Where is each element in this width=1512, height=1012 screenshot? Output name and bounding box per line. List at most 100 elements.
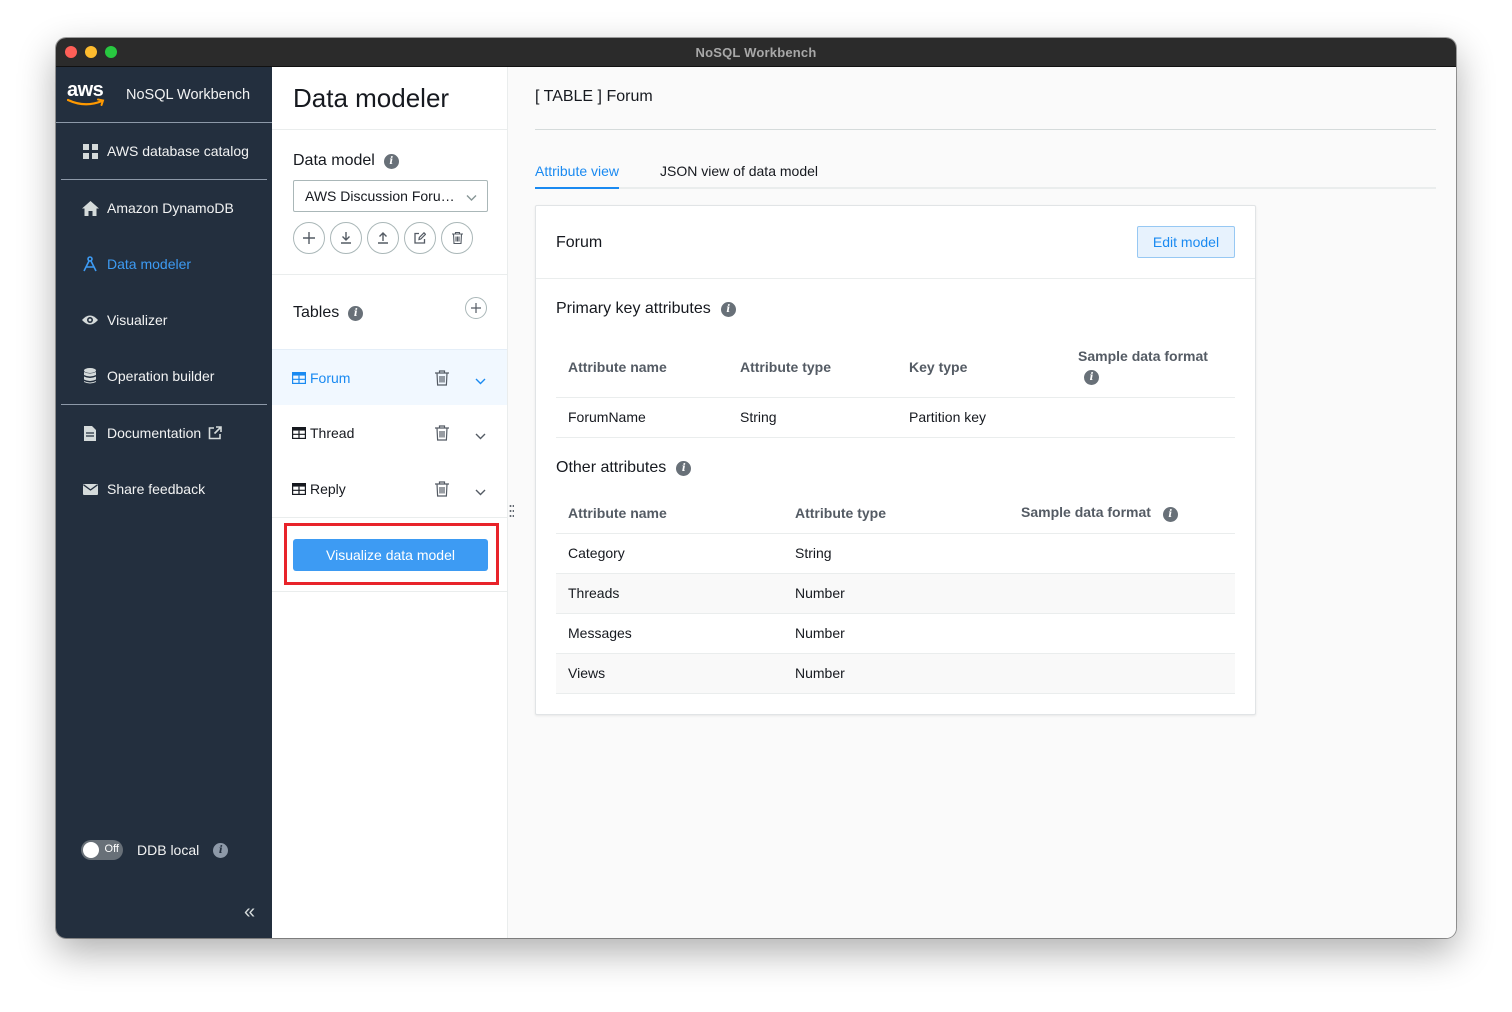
- table-row: Views Number: [556, 652, 1235, 694]
- section-title-text: Other attributes: [556, 459, 667, 476]
- collapse-sidebar-button[interactable]: «: [244, 901, 255, 924]
- nav-aws-database-catalog[interactable]: AWS database catalog: [56, 123, 272, 179]
- main-content: [ TABLE ] Forum Attribute view JSON view…: [514, 67, 1456, 938]
- download-icon: [341, 232, 351, 244]
- data-modeler-panel: Data modeler Data model i AWS Discussion…: [272, 67, 508, 938]
- cell-attribute-name: Views: [556, 652, 783, 694]
- section-title-text: Primary key attributes: [556, 300, 711, 317]
- home-icon: [81, 199, 99, 217]
- table-item-thread[interactable]: Thread: [272, 405, 507, 461]
- column-header: Attribute name: [568, 505, 667, 522]
- info-icon[interactable]: i: [213, 842, 229, 858]
- cell-sample-format: [1009, 532, 1235, 573]
- nav-label: AWS database catalog: [107, 143, 249, 159]
- nav-data-modeler[interactable]: Data modeler: [56, 236, 272, 292]
- cell-attribute-type: Number: [783, 612, 1009, 653]
- table-card: Forum Edit model Primary key attributes …: [535, 205, 1256, 715]
- cell-sample-format: [1009, 652, 1235, 694]
- window-title: NoSQL Workbench: [695, 44, 817, 60]
- primary-key-section-title: Primary key attributes i: [556, 300, 736, 318]
- nav-label: Visualizer: [107, 312, 168, 328]
- info-icon[interactable]: i: [383, 153, 399, 169]
- info-icon[interactable]: i: [1084, 370, 1099, 386]
- table-item-reply[interactable]: Reply: [272, 461, 507, 517]
- other-attributes-table: Attribute name Attribute type Sample dat…: [556, 494, 1235, 694]
- table-heading: [ TABLE ] Forum: [535, 88, 653, 105]
- divider: [272, 591, 508, 592]
- divider: [272, 129, 508, 130]
- grid-icon: [81, 142, 99, 160]
- chevron-down-icon[interactable]: [475, 483, 486, 499]
- import-model-button[interactable]: [330, 222, 362, 254]
- table-row: Messages Number: [556, 612, 1235, 653]
- table-row: ForumName String Partition key: [556, 396, 1235, 438]
- nav-label: Documentation: [107, 425, 202, 441]
- toggle-knob: [83, 842, 99, 858]
- delete-table-icon[interactable]: [435, 425, 449, 444]
- trash-icon: [451, 232, 463, 244]
- table-icon: [292, 371, 306, 384]
- data-model-label: Data model i: [293, 152, 399, 170]
- aws-logo: aws: [67, 80, 107, 110]
- database-icon: [81, 367, 99, 385]
- selected-model: AWS Discussion Forum Data Model: [305, 188, 487, 204]
- model-actions: [293, 222, 473, 254]
- tab-attribute-view[interactable]: Attribute view: [535, 163, 620, 189]
- minimize-window-button[interactable]: [85, 46, 97, 58]
- table-icon: [292, 427, 306, 439]
- export-model-button[interactable]: [367, 222, 399, 254]
- view-tabs: Attribute view JSON view of data model: [535, 163, 1436, 189]
- ddb-local-label: DDB local: [137, 842, 200, 858]
- ddb-local-toggle[interactable]: Off: [81, 840, 123, 860]
- table-icon: [292, 483, 306, 495]
- close-window-button[interactable]: [65, 46, 77, 58]
- cell-attribute-type: String: [728, 396, 897, 438]
- nav-label: Data modeler: [107, 256, 192, 272]
- info-icon[interactable]: i: [1162, 507, 1178, 523]
- zoom-window-button[interactable]: [105, 46, 117, 58]
- sidebar: aws NoSQL Workbench AWS database catalog…: [56, 67, 272, 938]
- cell-attribute-name: ForumName: [556, 396, 728, 438]
- mail-icon: [81, 480, 99, 498]
- delete-table-icon[interactable]: [435, 370, 449, 389]
- cell-attribute-type: Number: [783, 572, 1009, 613]
- visualize-data-model-button[interactable]: Visualize data model: [293, 539, 488, 571]
- info-icon[interactable]: i: [720, 301, 736, 317]
- delete-model-button[interactable]: [441, 222, 473, 254]
- edit-model-icon-button[interactable]: [404, 222, 436, 254]
- chevron-down-icon[interactable]: [475, 427, 486, 443]
- edit-model-button[interactable]: Edit model: [1137, 226, 1235, 258]
- chevron-down-icon[interactable]: [475, 372, 486, 388]
- info-icon[interactable]: i: [348, 305, 364, 321]
- create-model-button[interactable]: [293, 222, 325, 254]
- divider: [272, 274, 508, 275]
- cell-sample-format: [1009, 612, 1235, 653]
- column-header: Key type: [909, 358, 968, 375]
- add-table-button[interactable]: [465, 297, 487, 319]
- cell-key-type: Partition key: [897, 396, 1066, 438]
- cell-attribute-type: String: [783, 532, 1009, 573]
- info-icon[interactable]: i: [676, 460, 692, 476]
- cell-sample-format: [1066, 396, 1235, 438]
- edit-icon: [414, 232, 426, 244]
- nav-operation-builder[interactable]: Operation builder: [56, 348, 272, 404]
- eye-icon: [81, 311, 99, 329]
- nav-visualizer[interactable]: Visualizer: [56, 292, 272, 348]
- table-name: Reply: [310, 481, 346, 497]
- table-name: Thread: [310, 425, 355, 441]
- column-header-text: Sample data format: [1021, 504, 1151, 521]
- table-name: Forum: [310, 369, 351, 386]
- nav-amazon-dynamodb[interactable]: Amazon DynamoDB: [56, 180, 272, 236]
- nav-documentation[interactable]: Documentation: [56, 405, 272, 461]
- chevron-down-icon: [466, 189, 477, 205]
- nav-label: Amazon DynamoDB: [107, 200, 234, 216]
- modeler-icon: [81, 255, 99, 273]
- nav-share-feedback[interactable]: Share feedback: [56, 461, 272, 517]
- data-model-select[interactable]: AWS Discussion Forum Data Model: [293, 180, 488, 212]
- delete-table-icon[interactable]: [435, 481, 449, 500]
- cell-attribute-name: Threads: [556, 572, 783, 613]
- tab-json-view[interactable]: JSON view of data model: [660, 163, 818, 187]
- title-bar: NoSQL Workbench: [56, 38, 1456, 67]
- table-item-forum[interactable]: Forum: [272, 349, 507, 405]
- table-row: Category String: [556, 532, 1235, 573]
